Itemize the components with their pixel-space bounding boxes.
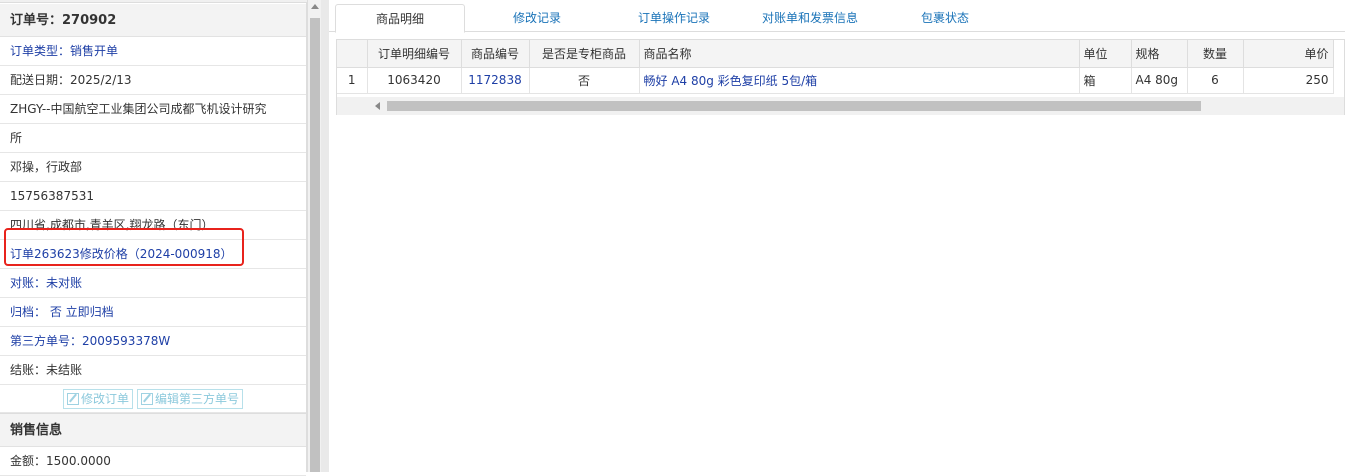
col-unit-price[interactable]: 单价 (1243, 40, 1334, 68)
product-detail-grid: 订单明细编号 商品编号 是否是专柜商品 商品名称 单位 规格 数量 单价 1 1… (336, 39, 1345, 115)
tab-statement-invoice[interactable]: 对账单和发票信息 (745, 4, 875, 32)
reconciliation-status[interactable]: 对账：未对账 (0, 269, 306, 298)
contact-phone: 15756387531 (0, 182, 306, 211)
scroll-left-icon[interactable] (375, 102, 380, 110)
row-index: 1 (337, 67, 368, 94)
edit-order-label: 修改订单 (80, 392, 129, 406)
settlement-status: 结账：未结账 (0, 356, 306, 385)
archive-status-link[interactable]: 归档： 否 立即归档 (0, 298, 306, 327)
edit-third-party-label: 编辑第三方单号 (155, 392, 240, 406)
detail-panel: 商品明细 修改记录 订单操作记录 对账单和发票信息 包裹状态 订单明细编号 商品… (329, 0, 1345, 472)
third-party-number[interactable]: 第三方单号：2009593378W (0, 327, 306, 356)
action-buttons: 修改订单 编辑第三方单号 (0, 385, 306, 413)
horizontal-scroll-thumb[interactable] (387, 101, 1201, 111)
highlight-box (4, 228, 244, 266)
product-table: 订单明细编号 商品编号 是否是专柜商品 商品名称 单位 规格 数量 单价 1 1… (337, 40, 1334, 94)
sales-info-title: 销售信息 (0, 413, 306, 447)
col-counter-product[interactable]: 是否是专柜商品 (529, 40, 640, 68)
quantity-value: 6 (1187, 67, 1244, 94)
horizontal-scrollbar[interactable] (337, 97, 1344, 115)
order-type-link[interactable]: 订单类型：销售开单 (0, 37, 306, 66)
product-id-link[interactable]: 1172838 (461, 67, 530, 94)
counter-product-value: 否 (529, 67, 640, 94)
splitter[interactable] (321, 0, 329, 472)
edit-third-party-button[interactable]: 编辑第三方单号 (137, 388, 244, 409)
col-unit[interactable]: 单位 (1079, 40, 1132, 68)
customer-name-line2: 所 (0, 124, 306, 153)
left-panel-scrollbar[interactable] (307, 0, 321, 472)
customer-name-line1: ZHGY--中国航空工业集团公司成都飞机设计研究 (0, 95, 306, 124)
unit-value: 箱 (1079, 67, 1132, 94)
col-quantity[interactable]: 数量 (1187, 40, 1244, 68)
tab-order-operations[interactable]: 订单操作记录 (619, 4, 729, 32)
tab-bar: 商品明细 修改记录 订单操作记录 对账单和发票信息 包裹状态 (329, 0, 1345, 33)
spec-value: A4 80g (1131, 67, 1188, 94)
col-detail-id[interactable]: 订单明细编号 (367, 40, 462, 68)
unit-price-value: 250 (1243, 67, 1334, 94)
order-info-panel: 订单号：270902 订单类型：销售开单 配送日期：2025/2/13 ZHGY… (0, 0, 307, 476)
col-index (337, 40, 368, 68)
tab-package-status[interactable]: 包裹状态 (903, 4, 987, 32)
top-stripe (0, 0, 307, 3)
table-header-row: 订单明细编号 商品编号 是否是专柜商品 商品名称 单位 规格 数量 单价 (337, 40, 1334, 68)
tab-change-log[interactable]: 修改记录 (489, 4, 585, 32)
col-product-id[interactable]: 商品编号 (461, 40, 530, 68)
tab-product-details[interactable]: 商品明细 (335, 4, 465, 33)
detail-id: 1063420 (367, 67, 462, 94)
delivery-date: 配送日期：2025/2/13 (0, 66, 306, 95)
table-row[interactable]: 1 1063420 1172838 否 畅好 A4 80g 彩色复印纸 5包/箱… (337, 67, 1334, 94)
col-spec[interactable]: 规格 (1131, 40, 1188, 68)
edit-icon (66, 392, 79, 405)
contact-person: 邓操，行政部 (0, 153, 306, 182)
edit-order-button[interactable]: 修改订单 (62, 388, 133, 409)
scrollbar-thumb[interactable] (310, 18, 320, 472)
col-product-name[interactable]: 商品名称 (639, 40, 1080, 68)
order-number-title: 订单号：270902 (0, 4, 306, 37)
scroll-up-icon[interactable] (311, 4, 319, 9)
product-name-link[interactable]: 畅好 A4 80g 彩色复印纸 5包/箱 (639, 67, 1080, 94)
edit-icon (141, 392, 153, 405)
